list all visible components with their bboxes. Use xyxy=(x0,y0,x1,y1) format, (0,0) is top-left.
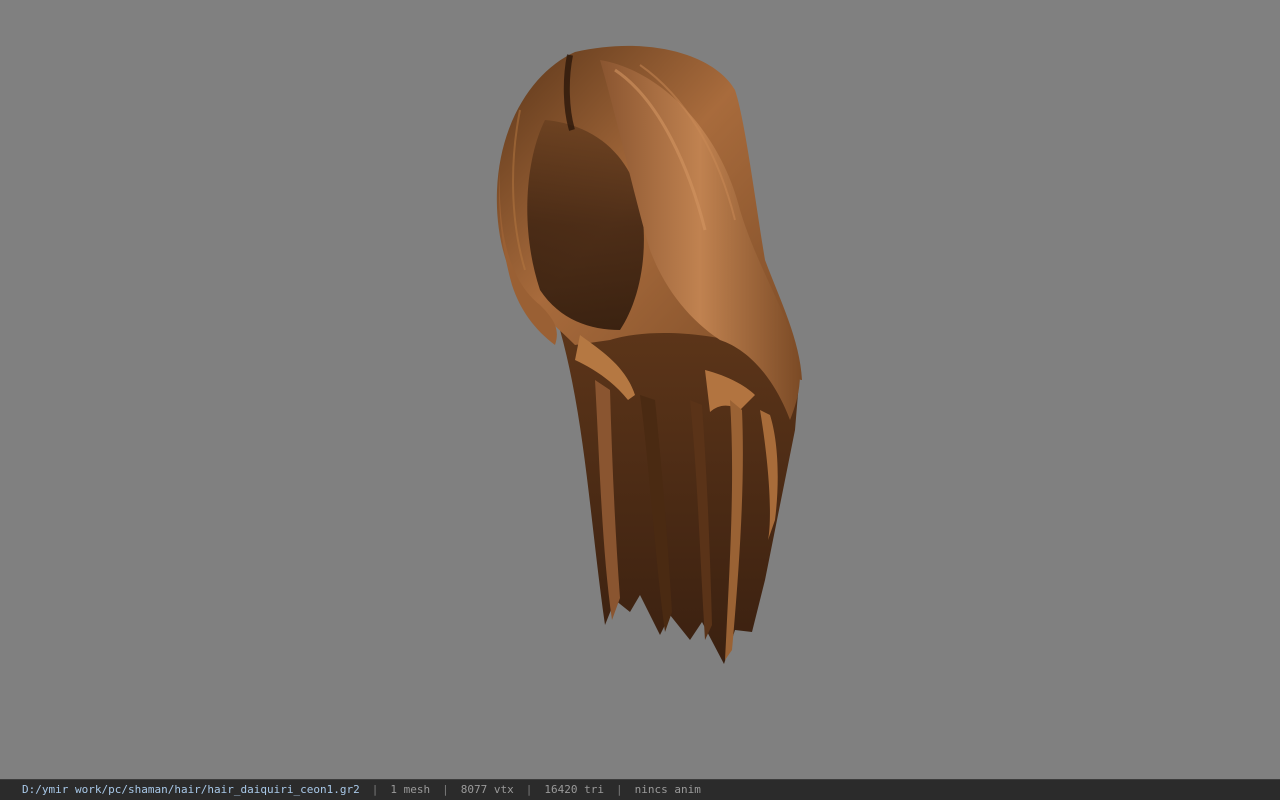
3d-viewport[interactable] xyxy=(0,0,1280,779)
model-viewer-window: D:/ymir work/pc/shaman/hair/hair_daiquir… xyxy=(0,0,1280,800)
file-path-label: D:/ymir work/pc/shaman/hair/hair_daiquir… xyxy=(22,783,360,796)
status-separator: | xyxy=(371,783,379,796)
mesh-count-label: 1 mesh xyxy=(390,783,431,796)
status-separator: | xyxy=(442,783,449,796)
triangle-count-label: 16420 tri xyxy=(544,783,604,796)
hair-model-icon xyxy=(496,45,802,664)
animation-status-label: nincs anim xyxy=(634,783,701,796)
status-bar: D:/ymir work/pc/shaman/hair/hair_daiquir… xyxy=(0,779,1280,800)
status-separator: | xyxy=(615,783,623,796)
status-separator: | xyxy=(525,783,533,796)
vertex-count-label: 8077 vtx xyxy=(460,783,514,796)
